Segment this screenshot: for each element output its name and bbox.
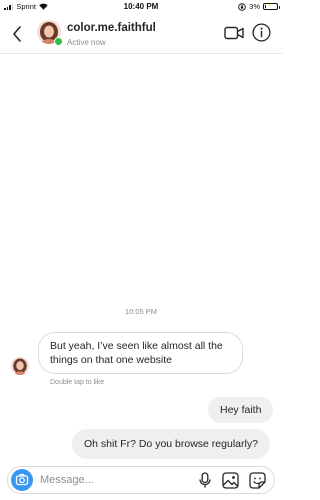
camera-button[interactable] <box>11 469 33 491</box>
battery-fill <box>265 5 266 8</box>
sticker-icon[interactable] <box>249 472 266 489</box>
outgoing-message-bubble[interactable]: Oh shit Fr? Do you browse regularly? <box>72 429 270 459</box>
chat-username[interactable]: color.me.faithful <box>67 22 156 34</box>
active-status: Active now <box>67 38 106 47</box>
online-status-dot <box>54 37 63 46</box>
chat-header: color.me.faithful Active now <box>0 14 282 54</box>
outgoing-message-bubble[interactable]: Hey faith <box>208 397 274 423</box>
profile-avatar[interactable] <box>37 20 63 46</box>
battery-group: 3% ⚡ <box>238 2 280 11</box>
camera-icon <box>15 473 29 486</box>
back-chevron-icon[interactable] <box>10 24 26 44</box>
gallery-icon[interactable] <box>222 472 239 489</box>
microphone-icon[interactable] <box>198 472 212 489</box>
battery-icon: ⚡ <box>263 3 280 10</box>
sender-avatar[interactable] <box>11 357 29 375</box>
sender-avatar-image <box>11 357 29 375</box>
incoming-message-bubble[interactable]: But yeah, I’ve seen like almost all the … <box>38 332 243 374</box>
double-tap-hint: Double tap to like <box>50 379 105 386</box>
video-camera-icon[interactable] <box>224 26 244 40</box>
orientation-lock-icon <box>238 2 246 11</box>
battery-percent: 3% <box>249 2 260 11</box>
message-input[interactable] <box>40 471 190 489</box>
charging-bolt-icon: ⚡ <box>268 3 273 9</box>
info-icon[interactable] <box>252 23 271 42</box>
message-composer <box>7 466 275 494</box>
message-timestamp: 10:05 PM <box>124 307 158 316</box>
status-bar: Sprint 10:40 PM 3% ⚡ <box>0 0 282 14</box>
